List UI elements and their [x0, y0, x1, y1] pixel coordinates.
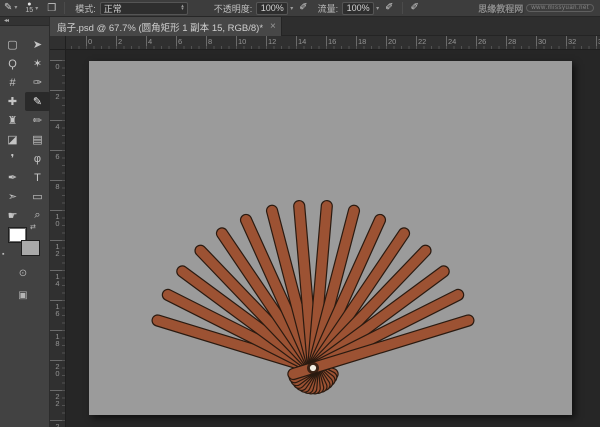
horizontal-ruler-label: 18: [358, 37, 366, 46]
separator: [64, 2, 65, 14]
airbrush-icon[interactable]: ✐: [385, 3, 393, 13]
brush-preset-picker[interactable]: ● 15: [25, 2, 33, 14]
vertical-ruler-label: 6: [53, 152, 62, 159]
vertical-ruler-label: 14: [53, 272, 62, 286]
chevron-down-icon[interactable]: ▾: [35, 5, 38, 12]
opacity-input[interactable]: 100%: [256, 2, 288, 15]
flow-input[interactable]: 100%: [342, 2, 374, 15]
opacity-value: 100%: [261, 3, 284, 13]
blend-mode-value: 正常: [104, 2, 122, 15]
crop-tool[interactable]: #: [0, 73, 25, 92]
blur-tool[interactable]: ❜: [0, 149, 25, 168]
vertical-ruler-label: 16: [53, 302, 62, 316]
horizontal-ruler-label: 0: [88, 37, 92, 46]
ruler-corner: [50, 36, 66, 50]
chevron-down-icon[interactable]: ▾: [376, 5, 379, 12]
toggle-brush-panel-button[interactable]: ❐: [47, 3, 56, 14]
separator: [402, 2, 403, 14]
tools-grid: ▢➤Ϙ✶#✑✚✎♜✏◪▤❜φ✒T➣▭☛⌕: [0, 35, 49, 225]
document-tab[interactable]: 扇子.psd @ 67.7% (圆角矩形 1 副本 15, RGB/8)* ×: [50, 17, 282, 36]
vertical-ruler-label: 4: [53, 122, 62, 129]
horizontal-ruler-label: 24: [448, 37, 456, 46]
brush-size-value: 15: [25, 8, 33, 14]
horizontal-ruler-label: 10: [238, 37, 246, 46]
rectangular-marquee-tool[interactable]: ▢: [0, 35, 25, 54]
document-tab-bar: 扇子.psd @ 67.7% (圆角矩形 1 副本 15, RGB/8)* ×: [50, 17, 600, 36]
flow-value: 100%: [347, 3, 370, 13]
fan-artwork: [89, 61, 572, 415]
watermark-site-name: 思缘教程网: [478, 2, 523, 15]
opacity-label: 不透明度:: [214, 2, 253, 15]
eraser-tool[interactable]: ◪: [0, 130, 25, 149]
horizontal-ruler-label: 26: [478, 37, 486, 46]
history-brush-tool[interactable]: ✏: [25, 111, 50, 130]
brush-tool-icon: ✎: [4, 3, 12, 13]
horizontal-ruler-label: 14: [298, 37, 306, 46]
vertical-ruler-label: 18: [53, 332, 62, 346]
pen-tool[interactable]: ✒: [0, 168, 25, 187]
horizontal-ruler-label: 8: [208, 37, 212, 46]
vertical-ruler-label: 24: [53, 422, 62, 427]
document-title: 扇子.psd @ 67.7% (圆角矩形 1 副本 15, RGB/8)*: [57, 20, 263, 34]
horizontal-ruler-label: 22: [418, 37, 426, 46]
pasteboard: [66, 50, 600, 427]
blend-mode-select[interactable]: 正常 ▴▾: [100, 2, 188, 15]
vertical-ruler-label: 2: [53, 92, 62, 99]
photoshop-window: ✎ ▾ ● 15 ▾ ❐ 模式: 正常 ▴▾ 不透明度: 100% ▾ ✐ 流量…: [0, 0, 600, 427]
chevron-down-icon[interactable]: ▾: [290, 5, 293, 12]
watermark-site-url: www.missyuan.net: [526, 4, 594, 12]
vertical-ruler-label: 0: [53, 62, 62, 69]
horizontal-ruler: -20246810121416182022242628303234: [50, 36, 600, 50]
horizontal-ruler-label: 12: [268, 37, 276, 46]
current-tool-icon[interactable]: ✎ ▾: [4, 3, 17, 13]
horizontal-ruler-label: 16: [328, 37, 336, 46]
healing-brush-tool[interactable]: ✚: [0, 92, 25, 111]
tools-panel: ◂◂ ▢➤Ϙ✶#✑✚✎♜✏◪▤❜φ✒T➣▭☛⌕ ▪ ⇄ ⊙ ▣: [0, 17, 50, 427]
background-color-swatch[interactable]: [21, 240, 40, 256]
watermark: 思缘教程网 www.missyuan.net: [478, 2, 594, 15]
mode-label: 模式:: [75, 2, 96, 15]
gradient-tool[interactable]: ▤: [25, 130, 50, 149]
vertical-ruler-label: 8: [53, 182, 62, 189]
horizontal-ruler-label: 6: [178, 37, 182, 46]
horizontal-ruler-label: 28: [508, 37, 516, 46]
clone-stamp-tool[interactable]: ♜: [0, 111, 25, 130]
path-selection-tool[interactable]: ➣: [0, 187, 25, 206]
horizontal-ruler-label: 4: [148, 37, 152, 46]
eyedropper-tool[interactable]: ✑: [25, 73, 50, 92]
tablet-pressure-opacity-icon[interactable]: ✐: [299, 3, 307, 13]
quick-selection-tool[interactable]: ✶: [25, 54, 50, 73]
shape-tool[interactable]: ▭: [25, 187, 50, 206]
quick-mask-button[interactable]: ⊙: [12, 267, 34, 280]
hand-tool[interactable]: ☛: [0, 206, 25, 225]
brush-tool[interactable]: ✎: [25, 92, 50, 111]
chevron-down-icon: ▾: [14, 3, 17, 13]
close-icon[interactable]: ×: [270, 21, 276, 32]
horizontal-ruler-label: 2: [118, 37, 122, 46]
collapse-panel-button[interactable]: ◂◂: [0, 17, 49, 26]
fan-rivet: [310, 365, 317, 372]
horizontal-ruler-label: 20: [388, 37, 396, 46]
flow-label: 流量:: [318, 2, 339, 15]
screen-mode-button[interactable]: ▣: [12, 289, 34, 302]
default-colors-icon[interactable]: ▪: [2, 251, 4, 258]
lasso-tool[interactable]: Ϙ: [0, 54, 25, 73]
vertical-ruler-label: 20: [53, 362, 62, 376]
vertical-ruler-label: 10: [53, 212, 62, 226]
move-tool[interactable]: ➤: [25, 35, 50, 54]
updown-arrows-icon: ▴▾: [181, 5, 184, 12]
canvas[interactable]: [89, 61, 572, 415]
horizontal-ruler-label: 32: [568, 37, 576, 46]
horizontal-ruler-label: 30: [538, 37, 546, 46]
swap-colors-icon[interactable]: ⇄: [30, 223, 36, 231]
vertical-ruler-label: 12: [53, 242, 62, 256]
type-tool[interactable]: T: [25, 168, 50, 187]
tablet-pressure-size-icon[interactable]: ✐: [411, 3, 419, 13]
vertical-ruler: 024681012141618202224: [50, 50, 66, 427]
dodge-tool[interactable]: φ: [25, 149, 50, 168]
vertical-ruler-label: 22: [53, 392, 62, 406]
zoom-tool[interactable]: ⌕: [25, 206, 50, 225]
options-bar: ✎ ▾ ● 15 ▾ ❐ 模式: 正常 ▴▾ 不透明度: 100% ▾ ✐ 流量…: [0, 0, 600, 17]
